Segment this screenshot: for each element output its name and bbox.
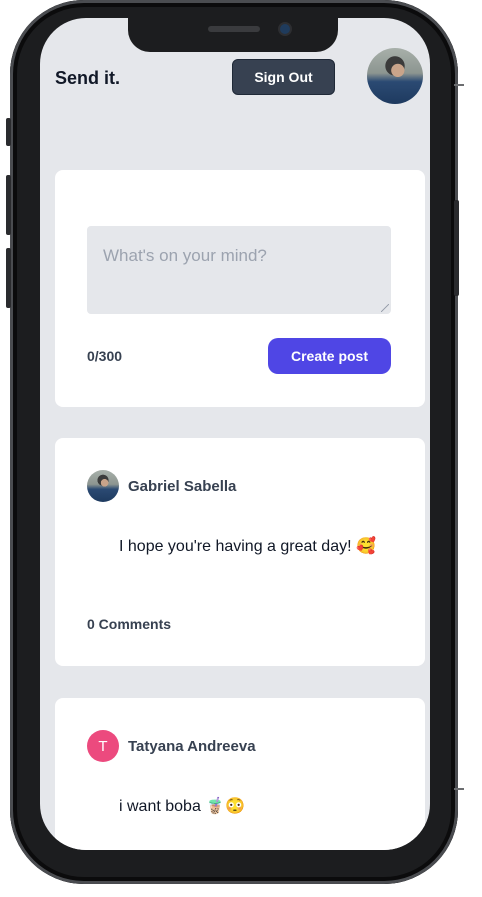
character-counter: 0/300	[87, 348, 123, 364]
post-composer: What's on your mind? 0/300 Create post	[55, 170, 425, 407]
resize-handle-icon[interactable]	[381, 304, 389, 312]
sign-out-button[interactable]: Sign Out	[232, 59, 335, 95]
post-card: T Tatyana Andreeva i want boba 🧋😳	[55, 698, 425, 850]
mute-switch	[6, 118, 11, 146]
user-avatar[interactable]	[367, 48, 423, 104]
author-name[interactable]: Tatyana Andreeva	[128, 738, 256, 755]
post-card: Gabriel Sabella I hope you're having a g…	[55, 438, 425, 666]
comments-link[interactable]: 0 Comments	[87, 616, 171, 632]
volume-up-button	[6, 175, 11, 235]
app-logo-text[interactable]: Send it.	[55, 68, 120, 89]
antenna-line	[454, 788, 464, 790]
post-text: I hope you're having a great day! 🥰	[119, 538, 376, 555]
author-avatar[interactable]: T	[87, 730, 119, 762]
post-author[interactable]: Gabriel Sabella	[87, 470, 236, 502]
create-post-button[interactable]: Create post	[268, 338, 391, 374]
speaker-grille	[208, 26, 260, 32]
volume-down-button	[6, 248, 11, 308]
author-avatar[interactable]	[87, 470, 119, 502]
post-text: i want boba 🧋😳	[119, 798, 246, 815]
phone-screen: Send it. Sign Out What's on your mind? 0…	[40, 18, 430, 850]
author-name[interactable]: Gabriel Sabella	[128, 478, 236, 495]
notch	[128, 18, 338, 52]
antenna-line	[454, 84, 464, 86]
front-camera	[280, 24, 290, 34]
app-header: Send it. Sign Out	[40, 48, 430, 114]
post-author[interactable]: T Tatyana Andreeva	[87, 730, 256, 762]
power-button	[454, 200, 459, 296]
post-input[interactable]: What's on your mind?	[87, 226, 391, 314]
